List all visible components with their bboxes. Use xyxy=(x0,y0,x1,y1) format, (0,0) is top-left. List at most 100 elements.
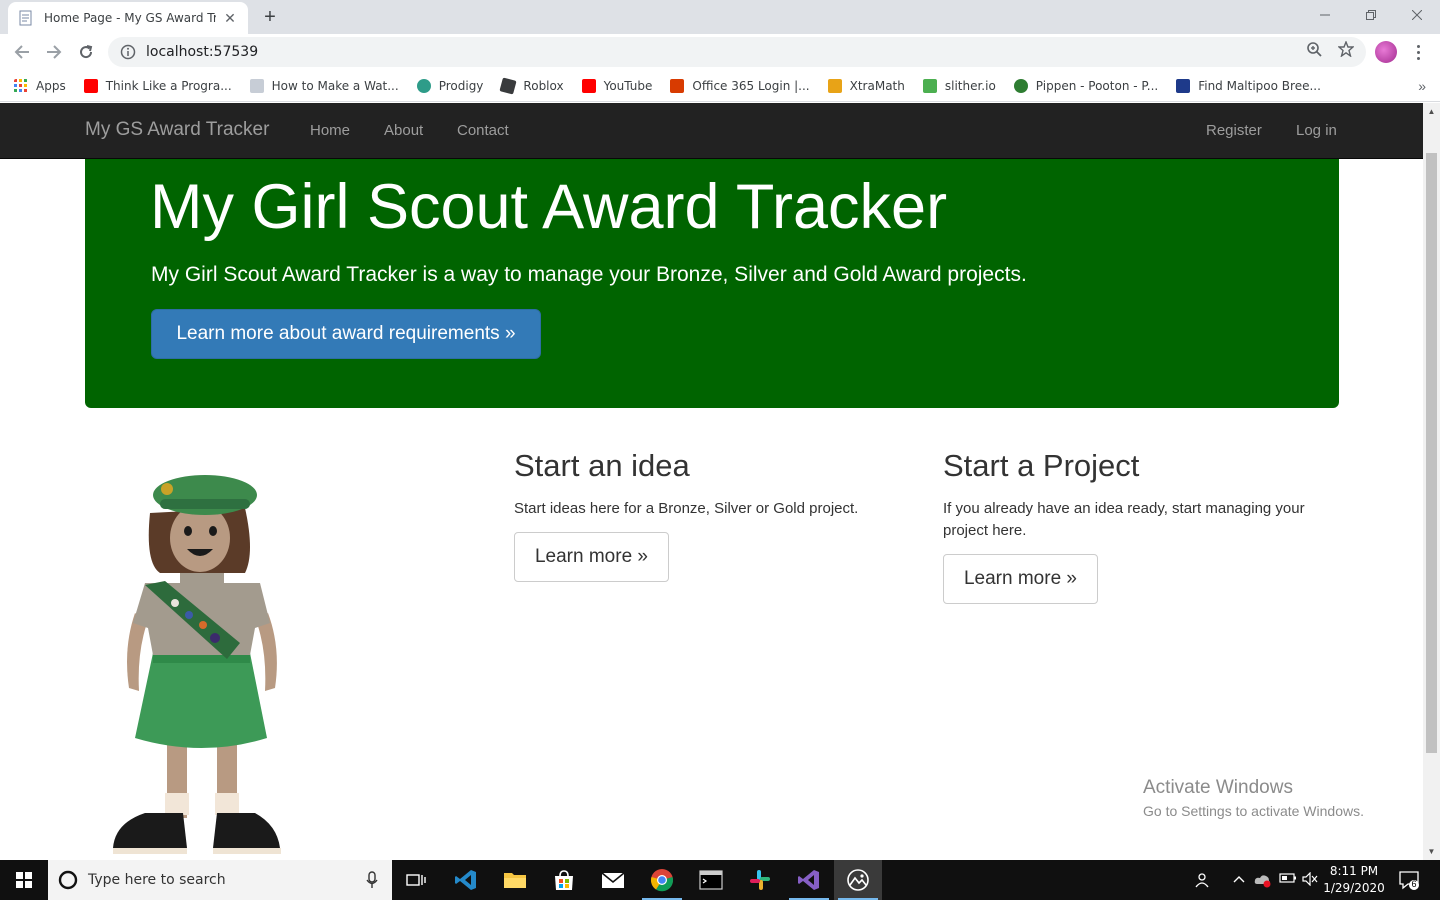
url-text: localhost:57539 xyxy=(146,44,259,60)
roblox-icon xyxy=(499,76,517,95)
browser-tab[interactable]: Home Page - My GS Award Tracker ✕ xyxy=(8,2,248,34)
mail-icon[interactable] xyxy=(589,860,637,900)
slack-icon[interactable] xyxy=(736,860,784,900)
taskbar-clock[interactable]: 8:11 PM 1/29/2020 xyxy=(1322,863,1386,897)
bookmark-label: slither.io xyxy=(944,78,996,93)
chevron-up-icon[interactable] xyxy=(1232,872,1246,889)
battery-icon[interactable] xyxy=(1279,872,1297,887)
page-content: My GS Award Tracker Home About Contact R… xyxy=(0,103,1423,860)
nav-about[interactable]: About xyxy=(384,122,423,139)
nav-register[interactable]: Register xyxy=(1206,122,1262,139)
bookmark-item[interactable]: How to Make a Wat... xyxy=(249,78,399,93)
microphone-icon[interactable] xyxy=(366,871,378,889)
nav-home[interactable]: Home xyxy=(310,122,350,139)
bookmark-item[interactable]: XtraMath xyxy=(827,78,905,93)
bookmark-item[interactable]: YouTube xyxy=(581,78,653,93)
bookmark-label: Find Maltipoo Bree... xyxy=(1198,78,1321,93)
tab-title: Home Page - My GS Award Tracker xyxy=(44,11,216,25)
nav-contact[interactable]: Contact xyxy=(457,122,509,139)
back-icon[interactable] xyxy=(10,40,34,64)
notification-count: 6 xyxy=(1411,879,1417,889)
bookmark-label: XtraMath xyxy=(849,78,905,93)
scroll-thumb[interactable] xyxy=(1426,153,1437,753)
youtube-icon xyxy=(83,78,98,93)
info-icon[interactable] xyxy=(120,44,136,60)
bookmark-label: Prodigy xyxy=(438,78,484,93)
hero-lead: My Girl Scout Award Tracker is a way to … xyxy=(151,263,1027,286)
bookmark-label: How to Make a Wat... xyxy=(271,78,399,93)
bookmark-label: YouTube xyxy=(603,78,653,93)
hero-title: My Girl Scout Award Tracker xyxy=(150,172,948,242)
page-scrollbar[interactable]: ▲ ▼ xyxy=(1423,103,1440,860)
terminal-icon[interactable] xyxy=(687,860,735,900)
bookmark-star-icon[interactable] xyxy=(1334,37,1358,61)
reload-icon[interactable] xyxy=(74,40,98,64)
restore-icon[interactable] xyxy=(1348,0,1394,30)
bookmark-item[interactable]: Think Like a Progra... xyxy=(83,78,232,93)
browser-toolbar: localhost:57539 xyxy=(0,34,1440,70)
bookmark-item[interactable]: Roblox xyxy=(499,76,564,95)
zoom-icon[interactable] xyxy=(1302,37,1326,61)
new-tab-button[interactable]: + xyxy=(258,6,282,28)
profile-avatar[interactable] xyxy=(1375,41,1397,63)
nav-login[interactable]: Log in xyxy=(1296,122,1337,139)
project-heading: Start a Project xyxy=(943,448,1140,483)
project-text: If you already have an idea ready, start… xyxy=(943,500,1305,539)
task-view-icon[interactable] xyxy=(392,860,440,900)
xtramath-icon xyxy=(827,78,842,93)
notifications-icon[interactable]: 6 xyxy=(1398,870,1420,895)
file-explorer-icon[interactable] xyxy=(491,860,539,900)
muted-volume-icon[interactable] xyxy=(1302,871,1318,889)
tab-strip: Home Page - My GS Award Tracker ✕ + xyxy=(0,0,1440,34)
hero-jumbotron: My Girl Scout Award Tracker My Girl Scou… xyxy=(85,159,1339,408)
slither-icon xyxy=(922,78,937,93)
clock-time: 8:11 PM xyxy=(1329,864,1379,878)
onedrive-error-icon[interactable] xyxy=(1254,872,1272,891)
idea-column: Start an idea Start ideas here for a Bro… xyxy=(514,448,914,582)
close-window-icon[interactable] xyxy=(1394,0,1440,30)
bookmark-label: Think Like a Progra... xyxy=(105,78,232,93)
project-learn-more-button[interactable]: Learn more » xyxy=(943,554,1098,604)
paw-icon xyxy=(1013,78,1028,93)
start-button[interactable] xyxy=(0,860,48,900)
prodigy-icon xyxy=(416,78,431,93)
chart-icon xyxy=(1176,78,1191,93)
bookmark-item[interactable]: Office 365 Login |... xyxy=(670,78,810,93)
project-column: Start a Project If you already have an i… xyxy=(943,448,1333,604)
menu-icon[interactable] xyxy=(1410,40,1426,64)
watermark-title: Activate Windows xyxy=(1143,777,1293,798)
bookmark-item[interactable]: Pippen - Pooton - P... xyxy=(1013,78,1158,93)
activate-windows-watermark: Activate Windows Go to Settings to activ… xyxy=(1143,777,1364,819)
youtube-icon xyxy=(581,78,596,93)
visual-studio-icon[interactable] xyxy=(785,860,833,900)
watermark-subtitle: Go to Settings to activate Windows. xyxy=(1143,803,1364,819)
forward-icon[interactable] xyxy=(42,40,66,64)
bookmarks-bar: Apps Think Like a Progra... How to Make … xyxy=(0,70,1440,102)
store-icon[interactable] xyxy=(540,860,588,900)
photos-icon[interactable] xyxy=(834,860,882,900)
idea-text: Start ideas here for a Bronze, Silver or… xyxy=(514,500,859,517)
taskbar-search[interactable]: Type here to search xyxy=(48,860,392,900)
bookmark-item[interactable]: Apps xyxy=(14,78,66,93)
more-bookmarks-icon[interactable]: » xyxy=(1418,78,1426,94)
scroll-down-icon[interactable]: ▼ xyxy=(1423,843,1440,860)
minimize-icon[interactable] xyxy=(1302,0,1348,30)
bookmark-item[interactable]: Prodigy xyxy=(416,78,484,93)
address-bar[interactable]: localhost:57539 xyxy=(108,37,1366,67)
learn-requirements-button[interactable]: Learn more about award requirements » xyxy=(151,309,541,359)
close-tab-icon[interactable]: ✕ xyxy=(222,10,238,27)
bookmark-site-icon xyxy=(249,78,264,93)
windows-taskbar: Type here to search 8:11 PM 1/29/2020 6 xyxy=(0,860,1440,900)
site-brand[interactable]: My GS Award Tracker xyxy=(85,119,269,141)
scroll-up-icon[interactable]: ▲ xyxy=(1423,103,1440,120)
people-icon[interactable] xyxy=(1195,872,1211,891)
idea-learn-more-button[interactable]: Learn more » xyxy=(514,532,669,582)
bookmark-item[interactable]: slither.io xyxy=(922,78,996,93)
office-icon xyxy=(670,78,685,93)
vscode-icon[interactable] xyxy=(442,860,490,900)
bookmark-label: Apps xyxy=(36,78,66,93)
girl-scout-illustration xyxy=(113,475,281,854)
bookmark-label: Roblox xyxy=(523,78,564,93)
chrome-icon[interactable] xyxy=(638,860,686,900)
bookmark-item[interactable]: Find Maltipoo Bree... xyxy=(1176,78,1321,93)
